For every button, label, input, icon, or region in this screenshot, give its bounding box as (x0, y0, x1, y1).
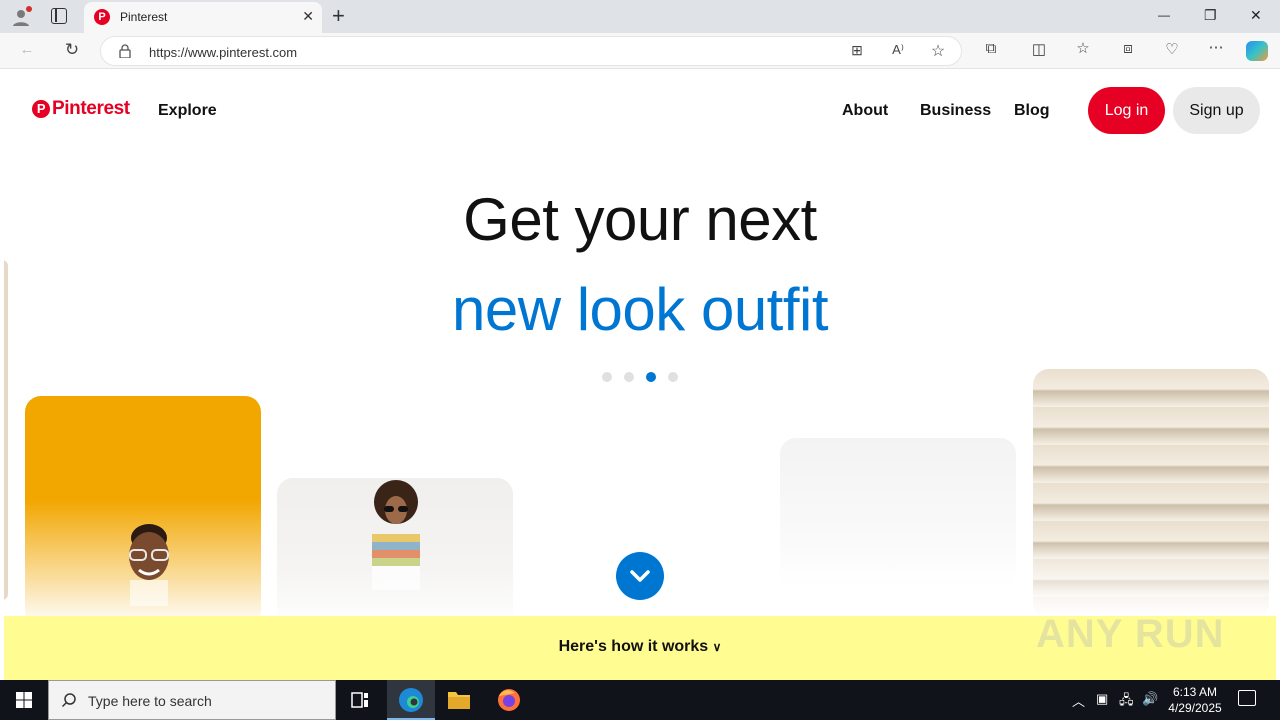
explore-link[interactable]: Explore (158, 102, 217, 120)
collections-icon[interactable]: ⧈ (1116, 40, 1140, 57)
search-placeholder: Type here to search (88, 693, 212, 709)
sign-up-button[interactable]: Sign up (1173, 87, 1260, 134)
how-it-works-link[interactable]: Here's how it works (559, 638, 709, 655)
volume-icon[interactable]: 🔊 (1142, 691, 1158, 707)
split-screen-icon[interactable]: ◫ (1027, 40, 1051, 58)
task-view-icon (351, 692, 368, 708)
app-available-icon[interactable]: ⊞ (845, 42, 869, 59)
back-icon[interactable]: ← (15, 41, 39, 58)
scroll-down-button[interactable] (616, 552, 664, 600)
nav-link-blog[interactable]: Blog (1014, 102, 1050, 120)
notifications-icon[interactable] (1238, 690, 1256, 706)
carousel-dot-1[interactable] (602, 372, 612, 382)
clock-time: 6:13 AM (1172, 685, 1218, 699)
taskbar-search-box[interactable]: Type here to search (48, 680, 336, 720)
chevron-down-icon (630, 570, 650, 582)
pinterest-logo[interactable]: P Pinterest (32, 98, 130, 120)
profile-icon[interactable] (10, 6, 32, 28)
anyrun-watermark: ANY RUN (1036, 612, 1225, 656)
carousel-dot-4[interactable] (668, 372, 678, 382)
minimize-button[interactable]: — (1158, 8, 1170, 22)
close-window-button[interactable]: ✕ (1250, 7, 1262, 24)
refresh-icon[interactable]: ↻ (60, 40, 84, 60)
task-view-button[interactable] (336, 680, 384, 720)
network-icon[interactable]: 🖧 (1119, 691, 1134, 713)
hero-subheadline: new look outfit (451, 276, 829, 343)
close-tab-icon[interactable]: ✕ (302, 8, 314, 25)
address-bar[interactable]: https://www.pinterest.com ⊞ A⁾ ☆ (100, 36, 962, 66)
pinterest-favicon-icon: P (94, 9, 110, 25)
taskbar-edge-button[interactable] (387, 680, 435, 720)
hero-headline: Get your next (463, 186, 817, 253)
browser-toolbar: ← ↻ https://www.pinterest.com ⊞ A⁾ ☆ ⧉ ◫… (0, 33, 1280, 69)
new-tab-button[interactable]: + (332, 3, 345, 29)
lock-icon[interactable] (119, 44, 131, 59)
logo-text: Pinterest (52, 98, 130, 119)
browser-essentials-icon[interactable]: ♡ (1160, 40, 1184, 58)
man-with-glasses-figure (129, 524, 169, 606)
woman-striped-shirt-figure (372, 480, 420, 590)
pinterest-logo-icon: P (32, 100, 50, 118)
pin-fade-overlay (1033, 540, 1269, 620)
search-icon (61, 693, 76, 708)
carousel-dot-3[interactable] (646, 372, 656, 382)
partial-pin-image (4, 260, 8, 600)
copilot-icon[interactable] (1246, 41, 1268, 61)
favorite-star-icon[interactable]: ☆ (926, 41, 950, 61)
taskbar-file-explorer-button[interactable] (435, 680, 483, 720)
windows-taskbar: Type here to search ︿ ▣ 🖧 🔊 6:13 AM 4/29… (0, 680, 1280, 720)
browser-tab-pinterest[interactable]: P Pinterest ✕ (84, 2, 322, 33)
tab-title: Pinterest (120, 10, 168, 24)
windows-logo-icon (16, 692, 32, 708)
read-aloud-icon[interactable]: A⁾ (886, 42, 910, 58)
pin-image-faded[interactable] (780, 438, 1016, 588)
folder-icon (448, 692, 470, 709)
browser-tab-strip: P Pinterest ✕ + — ❐ ✕ (0, 0, 1280, 33)
log-in-button[interactable]: Log in (1088, 87, 1165, 134)
show-hidden-icons-icon[interactable]: ︿ (1072, 691, 1085, 710)
nav-link-business[interactable]: Business (920, 102, 991, 120)
edge-icon (399, 688, 423, 712)
meet-now-icon[interactable]: ▣ (1096, 691, 1108, 707)
pinterest-page: P Pinterest Explore About Business Blog L… (4, 70, 1276, 680)
start-button[interactable] (0, 680, 48, 720)
restore-button[interactable]: ❐ (1204, 7, 1217, 24)
clock-date: 4/29/2025 (1168, 701, 1222, 715)
chevron-down-icon: ∨ (712, 640, 722, 654)
taskbar-clock[interactable]: 6:13 AM 4/29/2025 (1164, 684, 1226, 716)
nav-link-about[interactable]: About (842, 102, 888, 120)
more-menu-icon[interactable]: ⋯ (1204, 38, 1228, 56)
extensions-icon[interactable]: ⧉ (979, 40, 1003, 57)
carousel-dot-2[interactable] (624, 372, 634, 382)
tab-actions-icon[interactable] (51, 8, 67, 24)
firefox-icon (498, 689, 520, 711)
taskbar-firefox-button[interactable] (485, 680, 533, 720)
url-text: https://www.pinterest.com (149, 45, 298, 60)
favorites-icon[interactable]: ☆ (1071, 39, 1095, 57)
